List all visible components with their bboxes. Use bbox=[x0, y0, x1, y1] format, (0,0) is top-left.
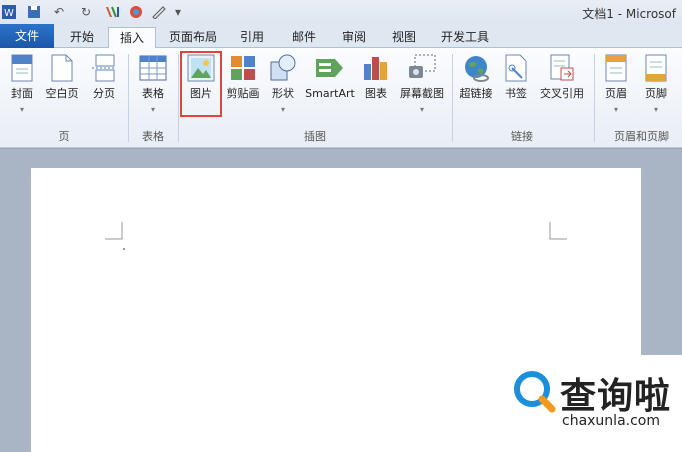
bookmark-button[interactable]: 书签 bbox=[500, 52, 532, 116]
crop-mark-top-right bbox=[549, 222, 567, 240]
tab-page-layout[interactable]: 页面布局 bbox=[162, 27, 224, 48]
chevron-down-icon: ▾ bbox=[150, 105, 155, 114]
chevron-down-icon: ▾ bbox=[419, 105, 424, 114]
watermark-url: chaxunla.com bbox=[562, 413, 660, 429]
globe-icon bbox=[461, 52, 491, 84]
group-label-links: 链接 bbox=[511, 130, 533, 143]
footer-icon bbox=[641, 52, 671, 84]
tab-review[interactable]: 审阅 bbox=[332, 27, 376, 48]
group-label-header-footer: 页眉和页脚 bbox=[614, 130, 669, 143]
footer-button[interactable]: 页脚 ▾ bbox=[640, 52, 672, 116]
watermark: 查询啦 chaxunla.com bbox=[502, 355, 682, 452]
table-label: 表格 bbox=[142, 87, 164, 100]
title-bar: W ↶ ↻ ▾ 文档1 - Microsof bbox=[0, 0, 682, 24]
redo-icon: ↻ bbox=[80, 5, 92, 19]
shapes-icon bbox=[268, 52, 298, 84]
word-icon[interactable]: W bbox=[2, 4, 18, 20]
undo-icon: ↶ bbox=[53, 5, 65, 19]
hyperlink-label: 超链接 bbox=[459, 87, 493, 100]
ribbon-tab-row: 文件 开始 插入 页面布局 引用 邮件 审阅 视图 开发工具 bbox=[0, 24, 682, 49]
smartart-button[interactable]: SmartArt bbox=[304, 52, 356, 116]
table-button[interactable]: 表格 ▾ bbox=[136, 52, 170, 116]
tab-file[interactable]: 文件 bbox=[0, 24, 54, 48]
chevron-down-icon: ▾ bbox=[19, 105, 24, 114]
hyperlink-button[interactable]: 超链接 bbox=[456, 52, 496, 116]
ribbon-insert: 封面 ▾ 空白页 分页 页 表格 ▾ 表格 图片 剪贴画 形状 ▾ SmartA… bbox=[0, 48, 682, 148]
cross-reference-button[interactable]: 交叉引用 bbox=[536, 52, 588, 116]
blank-page-label: 空白页 bbox=[45, 87, 79, 100]
picture-button-highlight bbox=[180, 51, 222, 117]
format-painter-icon[interactable] bbox=[102, 4, 124, 20]
group-label-illustrations: 插图 bbox=[304, 130, 326, 143]
cross-reference-icon bbox=[547, 52, 577, 84]
table-icon bbox=[138, 52, 168, 84]
smartart-icon bbox=[315, 52, 345, 84]
search-logo-icon bbox=[514, 371, 556, 413]
chevron-down-icon: ▾ bbox=[613, 105, 618, 114]
chevron-down-icon: ▾ bbox=[174, 5, 182, 19]
svg-text:W: W bbox=[4, 8, 14, 19]
header-label: 页眉 bbox=[605, 87, 627, 100]
customize-toolbar-button[interactable]: ▾ bbox=[172, 4, 184, 20]
chevron-down-icon: ▾ bbox=[280, 105, 285, 114]
screenshot-button[interactable]: 屏幕截图 ▾ bbox=[396, 52, 448, 116]
bookmark-label: 书签 bbox=[505, 87, 527, 100]
screenshot-icon bbox=[407, 52, 437, 84]
cross-reference-label: 交叉引用 bbox=[540, 87, 584, 100]
tab-mailings[interactable]: 邮件 bbox=[282, 27, 326, 48]
cover-page-label: 封面 bbox=[11, 87, 33, 100]
cover-page-icon bbox=[7, 52, 37, 84]
tab-view[interactable]: 视图 bbox=[382, 27, 426, 48]
watermark-brand: 查询啦 bbox=[560, 376, 672, 417]
shapes-button[interactable]: 形状 ▾ bbox=[266, 52, 300, 116]
text-cursor bbox=[123, 248, 125, 250]
redo-button[interactable]: ↻ bbox=[78, 4, 94, 20]
page-break-icon bbox=[89, 52, 119, 84]
group-label-pages: 页 bbox=[58, 130, 70, 143]
chart-label: 图表 bbox=[365, 87, 387, 100]
chart-icon bbox=[361, 52, 391, 84]
group-label-tables: 表格 bbox=[142, 130, 164, 143]
screenshot-label: 屏幕截图 bbox=[400, 87, 444, 100]
color-icon[interactable] bbox=[128, 4, 144, 20]
tab-references[interactable]: 引用 bbox=[230, 27, 274, 48]
header-button[interactable]: 页眉 ▾ bbox=[600, 52, 632, 116]
bookmark-icon bbox=[501, 52, 531, 84]
tab-home[interactable]: 开始 bbox=[60, 27, 104, 48]
chevron-down-icon: ▾ bbox=[653, 105, 658, 114]
crop-mark-top-left bbox=[105, 222, 123, 240]
shapes-label: 形状 bbox=[272, 87, 294, 100]
tab-insert[interactable]: 插入 bbox=[108, 27, 156, 49]
smartart-label: SmartArt bbox=[305, 87, 355, 100]
group-separator bbox=[594, 54, 595, 142]
clipart-label: 剪贴画 bbox=[226, 87, 260, 100]
blank-page-button[interactable]: 空白页 bbox=[44, 52, 80, 116]
tab-developer[interactable]: 开发工具 bbox=[432, 27, 498, 48]
clipart-icon bbox=[228, 52, 258, 84]
blank-page-icon bbox=[47, 52, 77, 84]
chart-button[interactable]: 图表 bbox=[360, 52, 392, 116]
clipart-button[interactable]: 剪贴画 bbox=[224, 52, 262, 116]
page-break-label: 分页 bbox=[93, 87, 115, 100]
cover-page-button[interactable]: 封面 ▾ bbox=[6, 52, 38, 116]
header-icon bbox=[601, 52, 631, 84]
undo-button[interactable]: ↶ bbox=[48, 4, 70, 20]
window-title: 文档1 - Microsof bbox=[582, 7, 676, 21]
page-break-button[interactable]: 分页 bbox=[88, 52, 120, 116]
pen-icon[interactable] bbox=[150, 4, 168, 20]
footer-label: 页脚 bbox=[645, 87, 667, 100]
save-icon[interactable] bbox=[26, 4, 42, 20]
